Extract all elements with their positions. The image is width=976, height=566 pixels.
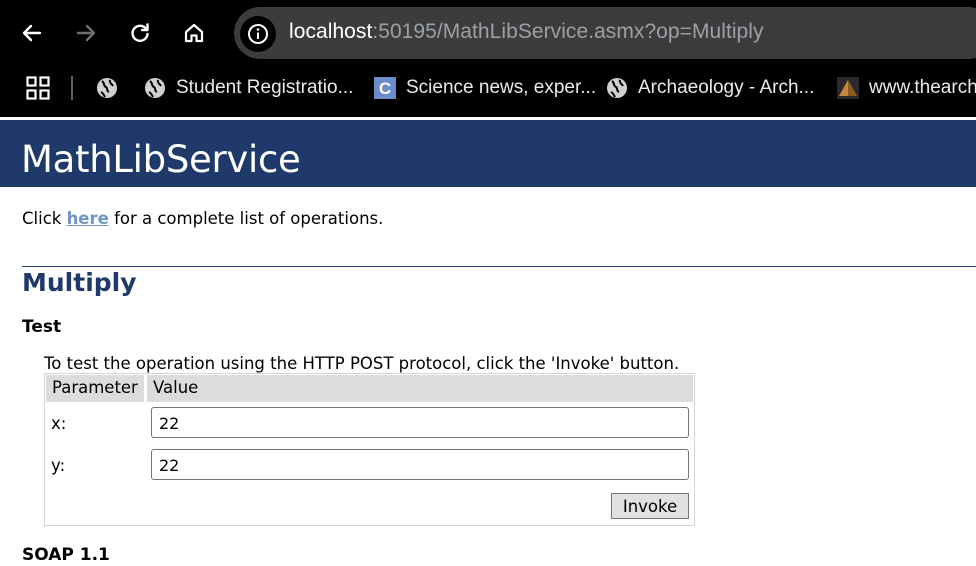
globe-icon xyxy=(606,77,628,99)
param-y-input[interactable] xyxy=(151,449,689,480)
pyramid-icon xyxy=(837,77,859,99)
reload-icon xyxy=(131,23,149,42)
bookmarks-separator xyxy=(71,76,73,100)
site-info-button[interactable] xyxy=(240,16,276,52)
globe-icon xyxy=(96,77,118,99)
test-heading: Test xyxy=(22,317,62,337)
test-form: Parameter Value x: y: Invoke xyxy=(44,373,695,526)
param-y-label: y: xyxy=(51,456,66,475)
bookmark-globe[interactable] xyxy=(96,73,118,103)
bookmark-science-news[interactable]: C Science news, exper... xyxy=(374,73,596,103)
home-button[interactable] xyxy=(176,15,212,51)
apps-grid-button[interactable] xyxy=(26,76,50,100)
bookmark-label: Archaeology - Arch... xyxy=(638,77,815,98)
home-icon xyxy=(184,23,204,43)
bookmark-archaeology[interactable]: Archaeology - Arch... xyxy=(606,73,814,103)
forward-button[interactable] xyxy=(68,15,104,51)
bookmark-label: Science news, exper... xyxy=(406,77,597,98)
apps-grid-icon xyxy=(26,76,50,100)
url-host: localhost xyxy=(289,20,373,43)
forward-arrow-icon xyxy=(76,24,96,42)
intro-after: for a complete list of operations. xyxy=(108,209,384,228)
letter-c-icon: C xyxy=(374,77,396,99)
intro-text: Click here for a complete list of operat… xyxy=(22,209,383,228)
bookmark-label: www.thearcha xyxy=(869,77,976,98)
bookmark-student-registration[interactable]: Student Registratio... xyxy=(144,73,353,103)
value-column-header: Value xyxy=(147,375,693,402)
back-arrow-icon xyxy=(22,24,42,42)
url-text[interactable]: localhost:50195/MathLibService.asmx?op=M… xyxy=(289,20,764,44)
soap-heading: SOAP 1.1 xyxy=(22,545,110,565)
param-x-label: x: xyxy=(51,414,67,433)
reload-button[interactable] xyxy=(122,15,158,51)
divider xyxy=(22,266,976,267)
test-description: To test the operation using the HTTP POS… xyxy=(44,354,680,373)
parameter-column-header: Parameter xyxy=(46,375,144,402)
operations-list-link[interactable]: here xyxy=(67,209,109,228)
url-path: :50195/MathLibService.asmx?op=Multiply xyxy=(372,20,764,43)
svg-text:C: C xyxy=(379,79,391,98)
service-heading-band: MathLibService xyxy=(0,120,976,187)
page-title: MathLibService xyxy=(21,138,301,181)
bookmark-label: Student Registratio... xyxy=(176,77,354,98)
intro-before: Click xyxy=(22,209,67,228)
param-x-input[interactable] xyxy=(151,407,689,438)
bookmark-thearchaeologist[interactable]: www.thearcha xyxy=(837,73,976,103)
browser-chrome: localhost:50195/MathLibService.asmx?op=M… xyxy=(0,0,976,117)
invoke-button[interactable]: Invoke xyxy=(611,493,689,519)
page-content: MathLibService Click here for a complete… xyxy=(0,117,976,566)
site-info-icon xyxy=(248,24,268,44)
globe-icon xyxy=(144,77,166,99)
back-button[interactable] xyxy=(14,15,50,51)
operation-title: Multiply xyxy=(22,268,137,297)
